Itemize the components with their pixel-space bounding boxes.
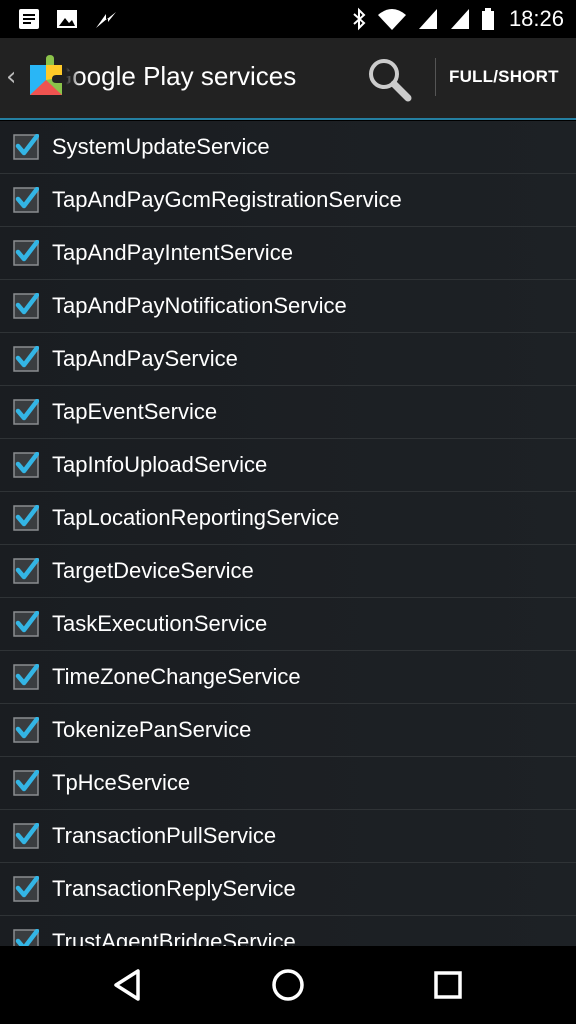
- service-checkbox[interactable]: [13, 716, 40, 743]
- search-icon[interactable]: [366, 56, 412, 102]
- service-checkbox[interactable]: [13, 928, 40, 946]
- service-checkbox[interactable]: [13, 557, 40, 584]
- service-row[interactable]: TransactionPullService: [0, 810, 576, 863]
- battery-icon: [481, 7, 495, 31]
- back-icon[interactable]: [108, 965, 148, 1005]
- service-label: SystemUpdateService: [52, 134, 270, 159]
- service-row[interactable]: TrustAgentBridgeService: [0, 916, 576, 946]
- service-row[interactable]: TapAndPayService: [0, 333, 576, 386]
- service-checkbox[interactable]: [13, 292, 40, 319]
- service-row[interactable]: TpHceService: [0, 757, 576, 810]
- service-checkbox[interactable]: [13, 239, 40, 266]
- service-checkbox[interactable]: [13, 345, 40, 372]
- signal-bolt-icon: [94, 8, 118, 30]
- action-bar-accent-line: [0, 118, 576, 120]
- action-bar: ‹ Google Play services FULL/SHORT: [0, 38, 576, 118]
- service-row[interactable]: TapEventService: [0, 386, 576, 439]
- service-checkbox[interactable]: [13, 398, 40, 425]
- service-row[interactable]: TokenizePanService: [0, 704, 576, 757]
- service-checkbox[interactable]: [13, 822, 40, 849]
- service-checkbox[interactable]: [13, 875, 40, 902]
- bluetooth-icon: [351, 7, 367, 31]
- service-label: TransactionReplyService: [52, 876, 296, 901]
- recents-icon[interactable]: [428, 965, 468, 1005]
- service-checkbox[interactable]: [13, 504, 40, 531]
- service-checkbox[interactable]: [13, 186, 40, 213]
- clock: 18:26: [508, 6, 564, 31]
- service-checkbox[interactable]: [13, 133, 40, 160]
- service-label: TapAndPayNotificationService: [52, 293, 347, 318]
- service-row[interactable]: SystemUpdateService: [0, 121, 576, 174]
- service-label: TrustAgentBridgeService: [52, 929, 296, 946]
- wifi-icon: [377, 7, 407, 31]
- service-checkbox[interactable]: [13, 610, 40, 637]
- google-play-services-logo-icon[interactable]: [26, 53, 66, 99]
- service-label: TapAndPayIntentService: [52, 240, 293, 265]
- service-checkbox[interactable]: [13, 769, 40, 796]
- service-label: TokenizePanService: [52, 717, 252, 742]
- service-row[interactable]: TapAndPayGcmRegistrationService: [0, 174, 576, 227]
- service-label: TpHceService: [52, 770, 191, 795]
- service-label: TaskExecutionService: [52, 611, 268, 636]
- service-list[interactable]: SystemUpdateService TapAndPayGcmRegistrat…: [0, 121, 576, 946]
- service-row[interactable]: TapAndPayIntentService: [0, 227, 576, 280]
- service-row[interactable]: TransactionReplyService: [0, 863, 576, 916]
- service-checkbox[interactable]: [13, 663, 40, 690]
- action-divider: [435, 58, 436, 96]
- title-fade: [66, 58, 80, 98]
- full-short-toggle-button[interactable]: FULL/SHORT: [449, 67, 559, 87]
- service-row[interactable]: TaskExecutionService: [0, 598, 576, 651]
- up-chevron-icon[interactable]: ‹: [6, 64, 16, 90]
- notes-icon: [18, 8, 40, 30]
- service-label: TapLocationReportingService: [52, 505, 340, 530]
- home-icon[interactable]: [268, 965, 308, 1005]
- service-row[interactable]: TapAndPayNotificationService: [0, 280, 576, 333]
- service-row[interactable]: TapLocationReportingService: [0, 492, 576, 545]
- service-row[interactable]: TapInfoUploadService: [0, 439, 576, 492]
- cell-signal-icon: [417, 7, 439, 31]
- service-label: TapAndPayService: [52, 346, 238, 371]
- service-label: TapInfoUploadService: [52, 452, 268, 477]
- navigation-bar: [0, 946, 576, 1024]
- service-label: TargetDeviceService: [52, 558, 254, 583]
- service-label: TapEventService: [52, 399, 218, 424]
- cell-signal-2-icon: [449, 7, 471, 31]
- page-title: Google Play services: [66, 61, 297, 91]
- service-label: TimeZoneChangeService: [52, 664, 301, 689]
- service-row[interactable]: TargetDeviceService: [0, 545, 576, 598]
- image-icon: [56, 8, 78, 30]
- service-label: TransactionPullService: [52, 823, 277, 848]
- service-checkbox[interactable]: [13, 451, 40, 478]
- service-label: TapAndPayGcmRegistrationService: [52, 187, 402, 212]
- service-row[interactable]: TimeZoneChangeService: [0, 651, 576, 704]
- status-bar: 18:26: [0, 0, 576, 38]
